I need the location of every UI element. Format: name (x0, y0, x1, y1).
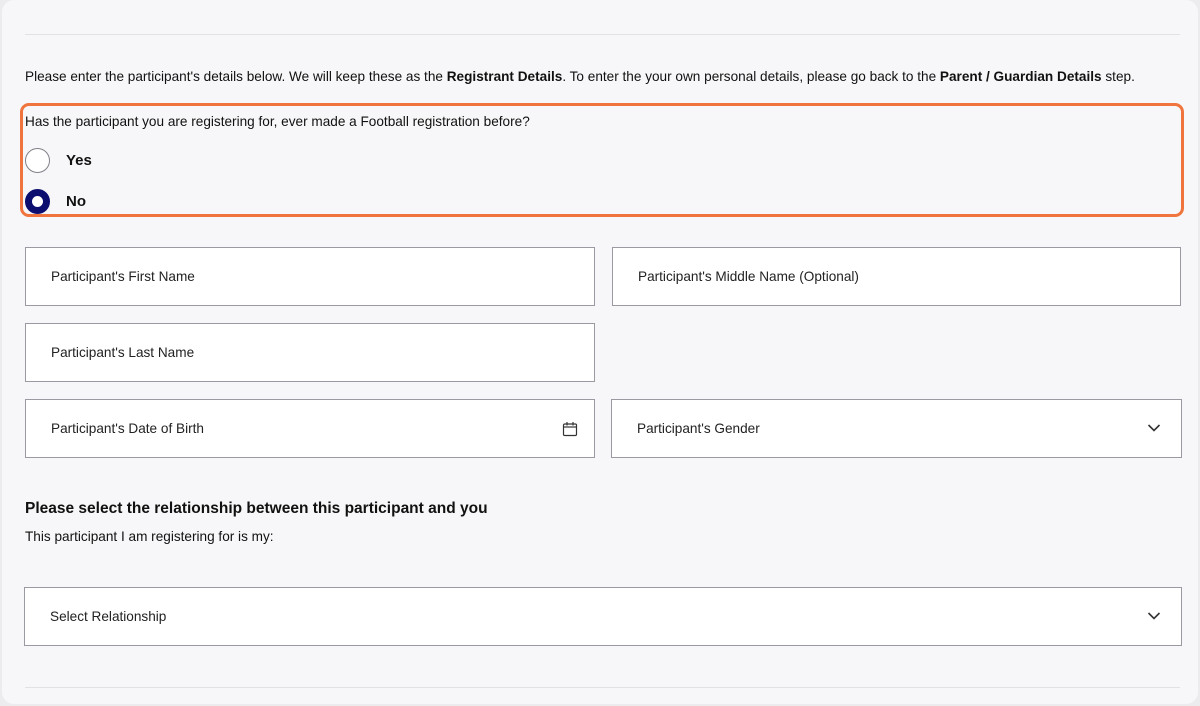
prior-registration-question: Has the participant you are registering … (25, 114, 530, 129)
radio-no-circle[interactable] (25, 188, 50, 214)
registrant-details-card: Please enter the participant's details b… (2, 0, 1198, 704)
gender-select[interactable]: Participant's Gender (611, 399, 1182, 458)
chevron-down-icon (1147, 612, 1161, 620)
relationship-subtitle: This participant I am registering for is… (25, 529, 274, 544)
gender-placeholder: Participant's Gender (637, 421, 760, 436)
calendar-icon[interactable] (562, 421, 578, 437)
first-name-placeholder: Participant's First Name (51, 269, 195, 284)
relationship-title: Please select the relationship between t… (25, 500, 488, 517)
first-name-field[interactable]: Participant's First Name (25, 247, 595, 306)
radio-option-no[interactable]: No (25, 188, 86, 214)
middle-name-placeholder: Participant's Middle Name (Optional) (638, 269, 859, 284)
radio-yes-circle[interactable] (25, 147, 50, 173)
date-of-birth-placeholder: Participant's Date of Birth (51, 421, 204, 436)
relationship-select[interactable]: Select Relationship (24, 587, 1182, 646)
relationship-placeholder: Select Relationship (50, 609, 167, 624)
date-of-birth-field[interactable]: Participant's Date of Birth (25, 399, 595, 458)
radio-no-label: No (66, 192, 86, 210)
middle-name-field[interactable]: Participant's Middle Name (Optional) (612, 247, 1181, 306)
last-name-placeholder: Participant's Last Name (51, 345, 195, 360)
chevron-down-icon (1147, 424, 1161, 432)
top-divider (25, 34, 1180, 35)
last-name-field[interactable]: Participant's Last Name (25, 323, 595, 382)
bottom-divider (25, 687, 1180, 688)
radio-yes-label: Yes (66, 151, 92, 169)
intro-text: Please enter the participant's details b… (25, 69, 1135, 84)
radio-option-yes[interactable]: Yes (25, 147, 92, 173)
